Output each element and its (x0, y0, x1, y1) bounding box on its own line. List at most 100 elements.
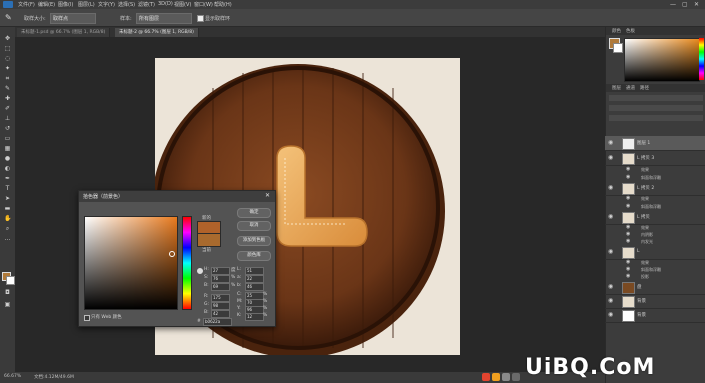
sample-select[interactable]: 所有图层 (136, 13, 192, 24)
lock-opacity-bar[interactable] (609, 115, 703, 121)
tray-app-icon[interactable] (512, 373, 520, 381)
eyedropper-tool-icon[interactable]: ✎ (5, 13, 12, 22)
lab-b-input[interactable]: 46 (245, 283, 264, 291)
path-select-icon[interactable]: ➤ (4, 195, 11, 202)
lasso-tool-icon[interactable]: ◌ (4, 55, 11, 62)
shape-tool-icon[interactable]: ▬ (4, 205, 11, 212)
menu-file[interactable]: 文件(F) (18, 1, 35, 8)
s-input[interactable]: 76 (211, 275, 230, 283)
move-tool-icon[interactable]: ✥ (4, 35, 11, 42)
h-radio[interactable] (197, 268, 203, 274)
web-only-checkbox[interactable] (84, 315, 90, 321)
panel-background-swatch[interactable] (613, 43, 623, 53)
add-to-swatches-button[interactable]: 添加到色板 (237, 236, 271, 246)
a-input[interactable]: 22 (245, 275, 264, 283)
visibility-eye-icon[interactable]: ◉ (626, 195, 630, 201)
visibility-eye-icon[interactable]: ◉ (626, 273, 630, 279)
tab-channels[interactable]: 通道 (626, 85, 635, 91)
close-icon[interactable]: ✕ (694, 1, 699, 8)
dodge-tool-icon[interactable]: ◐ (4, 165, 11, 172)
l-input[interactable]: 51 (245, 267, 264, 275)
saturation-brightness-field[interactable] (84, 216, 178, 310)
k-input[interactable]: 12 (245, 313, 264, 321)
blend-mode-bar[interactable] (609, 105, 703, 111)
visibility-eye-icon[interactable]: ◉ (626, 166, 630, 172)
tab-layers[interactable]: 图层 (612, 85, 621, 91)
clone-stamp-icon[interactable]: ⊥ (4, 115, 11, 122)
color-libraries-button[interactable]: 颜色库 (237, 251, 271, 261)
pen-tool-icon[interactable]: ✒ (4, 175, 11, 182)
menu-select[interactable]: 选择(S) (118, 1, 135, 8)
menu-type[interactable]: 文字(Y) (98, 1, 115, 8)
r-input[interactable]: 175 (211, 294, 230, 302)
tab-paths[interactable]: 路径 (640, 85, 649, 91)
tab-color[interactable]: 颜色 (612, 28, 621, 34)
h-input[interactable]: 27 (211, 267, 230, 275)
zoom-tool-icon[interactable]: ⌕ (4, 225, 11, 232)
magic-wand-tool-icon[interactable]: ✦ (4, 65, 11, 72)
dialog-close-icon[interactable]: ✕ (265, 192, 270, 199)
hand-tool-icon[interactable]: ✋ (4, 215, 11, 222)
layer-filter-bar[interactable] (609, 95, 703, 101)
visibility-eye-icon[interactable]: ◉ (626, 174, 630, 180)
sample-size-select[interactable]: 取样点 (50, 13, 96, 24)
cancel-button[interactable]: 取消 (237, 221, 271, 231)
visibility-eye-icon[interactable]: ◉ (608, 297, 613, 304)
more-tools-icon[interactable]: … (4, 235, 11, 242)
layer-row[interactable]: ◉ L 拷贝 3 (605, 151, 705, 166)
blur-tool-icon[interactable]: ● (4, 155, 11, 162)
menu-3d[interactable]: 3D(D) (158, 1, 173, 7)
background-color-swatch[interactable] (6, 276, 15, 285)
maximize-icon[interactable]: ▢ (682, 1, 688, 8)
show-ring-checkbox[interactable] (197, 15, 204, 22)
minimize-icon[interactable]: — (670, 1, 676, 8)
screen-mode-icon[interactable]: ▣ (4, 301, 11, 308)
menu-layer[interactable]: 图层(L) (78, 1, 95, 8)
gradient-tool-icon[interactable]: ▦ (4, 145, 11, 152)
menu-filter[interactable]: 滤镜(T) (138, 1, 155, 8)
layer-row[interactable]: ◉ 图层 1 (605, 136, 705, 151)
visibility-eye-icon[interactable]: ◉ (626, 203, 630, 209)
color-cursor[interactable] (169, 251, 175, 257)
g-input[interactable]: 98 (211, 302, 230, 310)
visibility-eye-icon[interactable]: ◉ (608, 311, 613, 318)
color-panel-hue-bar[interactable] (699, 38, 704, 80)
healing-brush-icon[interactable]: ✚ (4, 95, 11, 102)
tab-document-1[interactable]: 未标题-1.psd @ 66.7% (图层 1, RGB/8) (17, 28, 111, 37)
menu-edit[interactable]: 编辑(E) (38, 1, 55, 8)
hue-slider[interactable] (182, 216, 192, 310)
zoom-level[interactable]: 66.67% (4, 374, 21, 379)
brush-tool-icon[interactable]: ✐ (4, 105, 11, 112)
color-panel-field[interactable] (624, 38, 700, 82)
menu-window[interactable]: 窗口(W) (194, 1, 213, 8)
eyedropper-icon[interactable]: ✎ (4, 85, 11, 92)
visibility-eye-icon[interactable]: ◉ (608, 184, 613, 191)
type-tool-icon[interactable]: T (4, 185, 11, 192)
blue-input[interactable]: 42 (211, 310, 230, 318)
menu-image[interactable]: 图像(I) (58, 1, 73, 8)
ok-button[interactable]: 确定 (237, 208, 271, 218)
b-input[interactable]: 69 (211, 283, 230, 291)
tray-app-icon[interactable] (482, 373, 490, 381)
tray-app-icon[interactable] (502, 373, 510, 381)
visibility-eye-icon[interactable]: ◉ (608, 213, 613, 220)
layer-row[interactable]: ◉ 背景 (605, 294, 705, 309)
menu-view[interactable]: 视图(V) (174, 1, 191, 8)
menu-help[interactable]: 帮助(H) (214, 1, 232, 8)
eraser-tool-icon[interactable]: ▭ (4, 135, 11, 142)
visibility-eye-icon[interactable]: ◉ (608, 283, 613, 290)
layer-row[interactable]: ◉ 背景 (605, 308, 705, 323)
tray-app-icon[interactable] (492, 373, 500, 381)
layer-row[interactable]: ◉ 盘 (605, 280, 705, 295)
crop-tool-icon[interactable]: ⌗ (4, 75, 11, 82)
marquee-tool-icon[interactable]: ⬚ (4, 45, 11, 52)
visibility-eye-icon[interactable]: ◉ (626, 238, 630, 244)
visibility-eye-icon[interactable]: ◉ (608, 248, 613, 255)
tab-document-2[interactable]: 未标题-2 @ 66.7% (图层 1, RGB/8) (115, 28, 199, 37)
visibility-eye-icon[interactable]: ◉ (608, 139, 613, 146)
quick-mask-icon[interactable]: ◘ (4, 289, 11, 296)
hex-input[interactable]: b0622a (203, 318, 232, 326)
history-brush-icon[interactable]: ↺ (4, 125, 11, 132)
visibility-eye-icon[interactable]: ◉ (608, 154, 613, 161)
tab-swatches[interactable]: 色板 (626, 28, 635, 34)
